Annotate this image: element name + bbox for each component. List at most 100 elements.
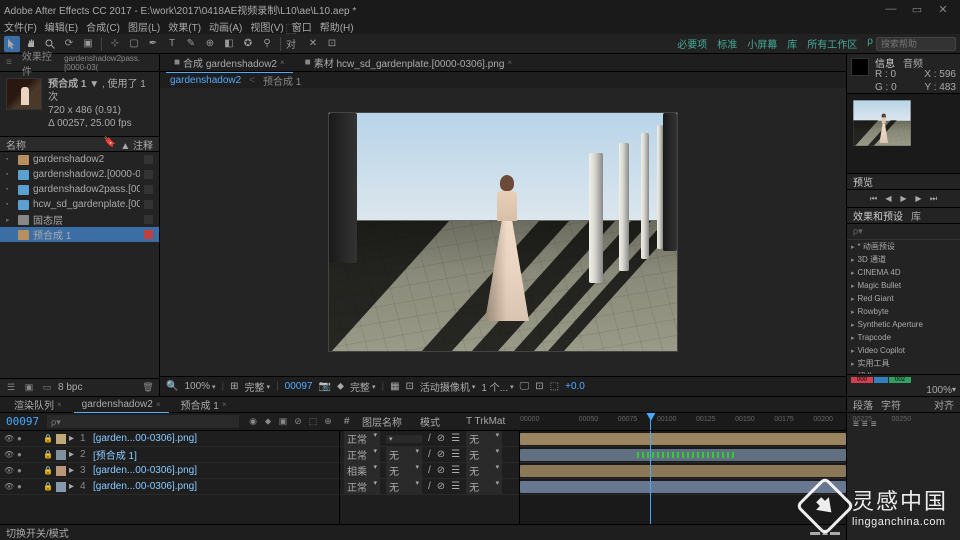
- brush-tool[interactable]: ✎: [183, 36, 199, 52]
- mode-row[interactable]: 正常▾无▾/⊘☰无▾: [340, 447, 519, 463]
- view-opt-icon[interactable]: 🖵: [520, 381, 530, 392]
- preview-tab[interactable]: 预览: [853, 174, 873, 189]
- effect-category[interactable]: Trapcode: [847, 331, 960, 344]
- snap-opt2[interactable]: ⊡: [324, 36, 340, 52]
- effect-category[interactable]: CINEMA 4D: [847, 266, 960, 279]
- effect-category[interactable]: Magic Bullet: [847, 279, 960, 292]
- snap-opt[interactable]: ✕: [305, 36, 321, 52]
- layer-row[interactable]: 👁●🔒▸2[预合成 1]: [0, 447, 339, 463]
- resolution-icon[interactable]: ⊞: [230, 381, 238, 392]
- workspace-库[interactable]: 库: [787, 36, 797, 51]
- rotate-tool[interactable]: ⟳: [61, 36, 77, 52]
- effect-category[interactable]: 实用工具: [847, 357, 960, 370]
- comp-tab[interactable]: ■素材 hcw_sd_gardenplate.[0000-0306].png×: [297, 53, 520, 72]
- prev-frame-button[interactable]: ◀: [883, 193, 894, 204]
- align-tab[interactable]: 对齐: [934, 397, 954, 412]
- views-dropdown[interactable]: 1 个...▾: [481, 379, 513, 394]
- mask-icon[interactable]: ⊡: [406, 381, 414, 392]
- channel-icon[interactable]: ⬥: [337, 381, 344, 392]
- next-frame-button[interactable]: ▶: [913, 193, 924, 204]
- layer-row[interactable]: 👁●🔒▸4[garden...00-0306].png]: [0, 479, 339, 495]
- col-comment-header[interactable]: ▲ 注释: [120, 137, 153, 152]
- project-item[interactable]: ▪hcw_sd_gardenplate.[0000-0306].png: [0, 197, 159, 212]
- magnification-icon[interactable]: 🔍: [166, 381, 178, 392]
- workspace-所有工作区[interactable]: 所有工作区: [807, 36, 857, 51]
- mode-row[interactable]: 正常▾无▾/⊘☰无▾: [340, 479, 519, 495]
- new-folder-button[interactable]: ▣: [22, 381, 36, 395]
- project-item[interactable]: ▪预合成 1: [0, 227, 159, 242]
- mode-row[interactable]: 相乘▾无▾/⊘☰无▾: [340, 463, 519, 479]
- current-frame[interactable]: 00097: [285, 381, 313, 392]
- resolution-dropdown[interactable]: 完整▾: [245, 379, 271, 394]
- col-mode[interactable]: 模式: [420, 414, 460, 429]
- exposure-value[interactable]: +0.0: [565, 381, 585, 392]
- last-frame-button[interactable]: ⏭: [928, 193, 939, 204]
- tl-icon-6[interactable]: ⊕: [322, 416, 334, 428]
- current-timecode[interactable]: 00097: [6, 415, 39, 428]
- menu-帮助(H)[interactable]: 帮助(H): [320, 19, 354, 34]
- stamp-tool[interactable]: ⊕: [202, 36, 218, 52]
- timeline-tab[interactable]: 预合成 1×: [173, 395, 235, 414]
- effect-category[interactable]: * 动画预设: [847, 240, 960, 253]
- layer-row[interactable]: 👁●🔒▸3[garden...00-0306].png]: [0, 463, 339, 479]
- project-item[interactable]: ▪gardenshadow2: [0, 152, 159, 167]
- anchor-tool[interactable]: ⊹: [107, 36, 123, 52]
- minimize-button[interactable]: —: [878, 2, 904, 16]
- maximize-button[interactable]: ▭: [904, 2, 930, 16]
- track-row[interactable]: [520, 463, 846, 479]
- new-comp-button[interactable]: ▭: [40, 381, 54, 395]
- project-item[interactable]: ▪gardenshadow2.[0000-0306].png: [0, 167, 159, 182]
- tl-icon-4[interactable]: ⊘: [292, 416, 304, 428]
- interpret-footage-button[interactable]: ☰: [4, 381, 18, 395]
- audio-tab[interactable]: 音频: [903, 55, 923, 70]
- tl-icon-3[interactable]: ▣: [277, 416, 289, 428]
- menu-编辑(E)[interactable]: 编辑(E): [45, 19, 78, 34]
- pin-tool[interactable]: ⚲: [259, 36, 275, 52]
- menu-合成(C)[interactable]: 合成(C): [86, 19, 120, 34]
- close-button[interactable]: ✕: [930, 2, 956, 16]
- effect-category[interactable]: Video Copilot: [847, 344, 960, 357]
- grid-icon[interactable]: ▦: [390, 381, 399, 392]
- project-item[interactable]: ▪gardenshadow2pass.[0000-0306].png: [0, 182, 159, 197]
- menu-图层(L)[interactable]: 图层(L): [128, 19, 160, 34]
- workspace-小屏幕[interactable]: 小屏幕: [747, 36, 777, 51]
- comp-breadcrumb-1[interactable]: gardenshadow2: [170, 75, 241, 86]
- timeline-tab[interactable]: gardenshadow2×: [74, 397, 169, 413]
- timeline-search[interactable]: [47, 415, 239, 428]
- workspace-标准[interactable]: 标准: [717, 36, 737, 51]
- menu-视图(V)[interactable]: 视图(V): [250, 19, 283, 34]
- first-frame-button[interactable]: ⏮: [868, 193, 879, 204]
- track-row[interactable]: [520, 431, 846, 447]
- roto-tool[interactable]: ✪: [240, 36, 256, 52]
- comp-breadcrumb-2[interactable]: 预合成 1: [263, 73, 301, 88]
- project-item[interactable]: ▸固态层: [0, 212, 159, 227]
- effect-category[interactable]: Rowbyte: [847, 305, 960, 318]
- library-tab[interactable]: 库: [911, 208, 921, 223]
- camera-tool[interactable]: ▣: [80, 36, 96, 52]
- tl-icon-2[interactable]: ⬥: [262, 416, 274, 428]
- workspace-必要项[interactable]: 必要项: [677, 36, 707, 51]
- zoom-slider-icon[interactable]: ▬▲▬: [810, 527, 840, 538]
- camera-dropdown[interactable]: 活动摄像机▾: [420, 379, 476, 394]
- effect-category[interactable]: Red Giant: [847, 292, 960, 305]
- menu-动画(A)[interactable]: 动画(A): [209, 19, 242, 34]
- col-trkmat[interactable]: T TrkMat: [466, 416, 516, 427]
- comp-tab[interactable]: ■合成 gardenshadow2×: [166, 53, 293, 73]
- timeline-tab[interactable]: 渲染队列×: [6, 395, 70, 414]
- play-button[interactable]: ▶: [898, 193, 909, 204]
- menu-效果(T)[interactable]: 效果(T): [168, 19, 201, 34]
- view-opt2-icon[interactable]: ⊡: [535, 381, 543, 392]
- tl-icon-5[interactable]: ⬚: [307, 416, 319, 428]
- help-search-input[interactable]: [876, 37, 956, 51]
- view-opt3-icon[interactable]: ⬚: [550, 381, 559, 392]
- effect-category[interactable]: 3D 通道: [847, 253, 960, 266]
- mode-row[interactable]: 正常▾▾/⊘☰无▾: [340, 431, 519, 447]
- composition-viewer[interactable]: [160, 88, 846, 376]
- character-tab[interactable]: 字符: [881, 397, 901, 412]
- rect-tool[interactable]: ▢: [126, 36, 142, 52]
- zoom-dropdown[interactable]: 100%▾: [184, 381, 215, 392]
- col-layer-name[interactable]: 图层名称: [362, 414, 414, 429]
- eraser-tool[interactable]: ◧: [221, 36, 237, 52]
- snapshot-icon[interactable]: 📷: [318, 381, 330, 392]
- paragraph-tab[interactable]: 段落: [853, 397, 873, 412]
